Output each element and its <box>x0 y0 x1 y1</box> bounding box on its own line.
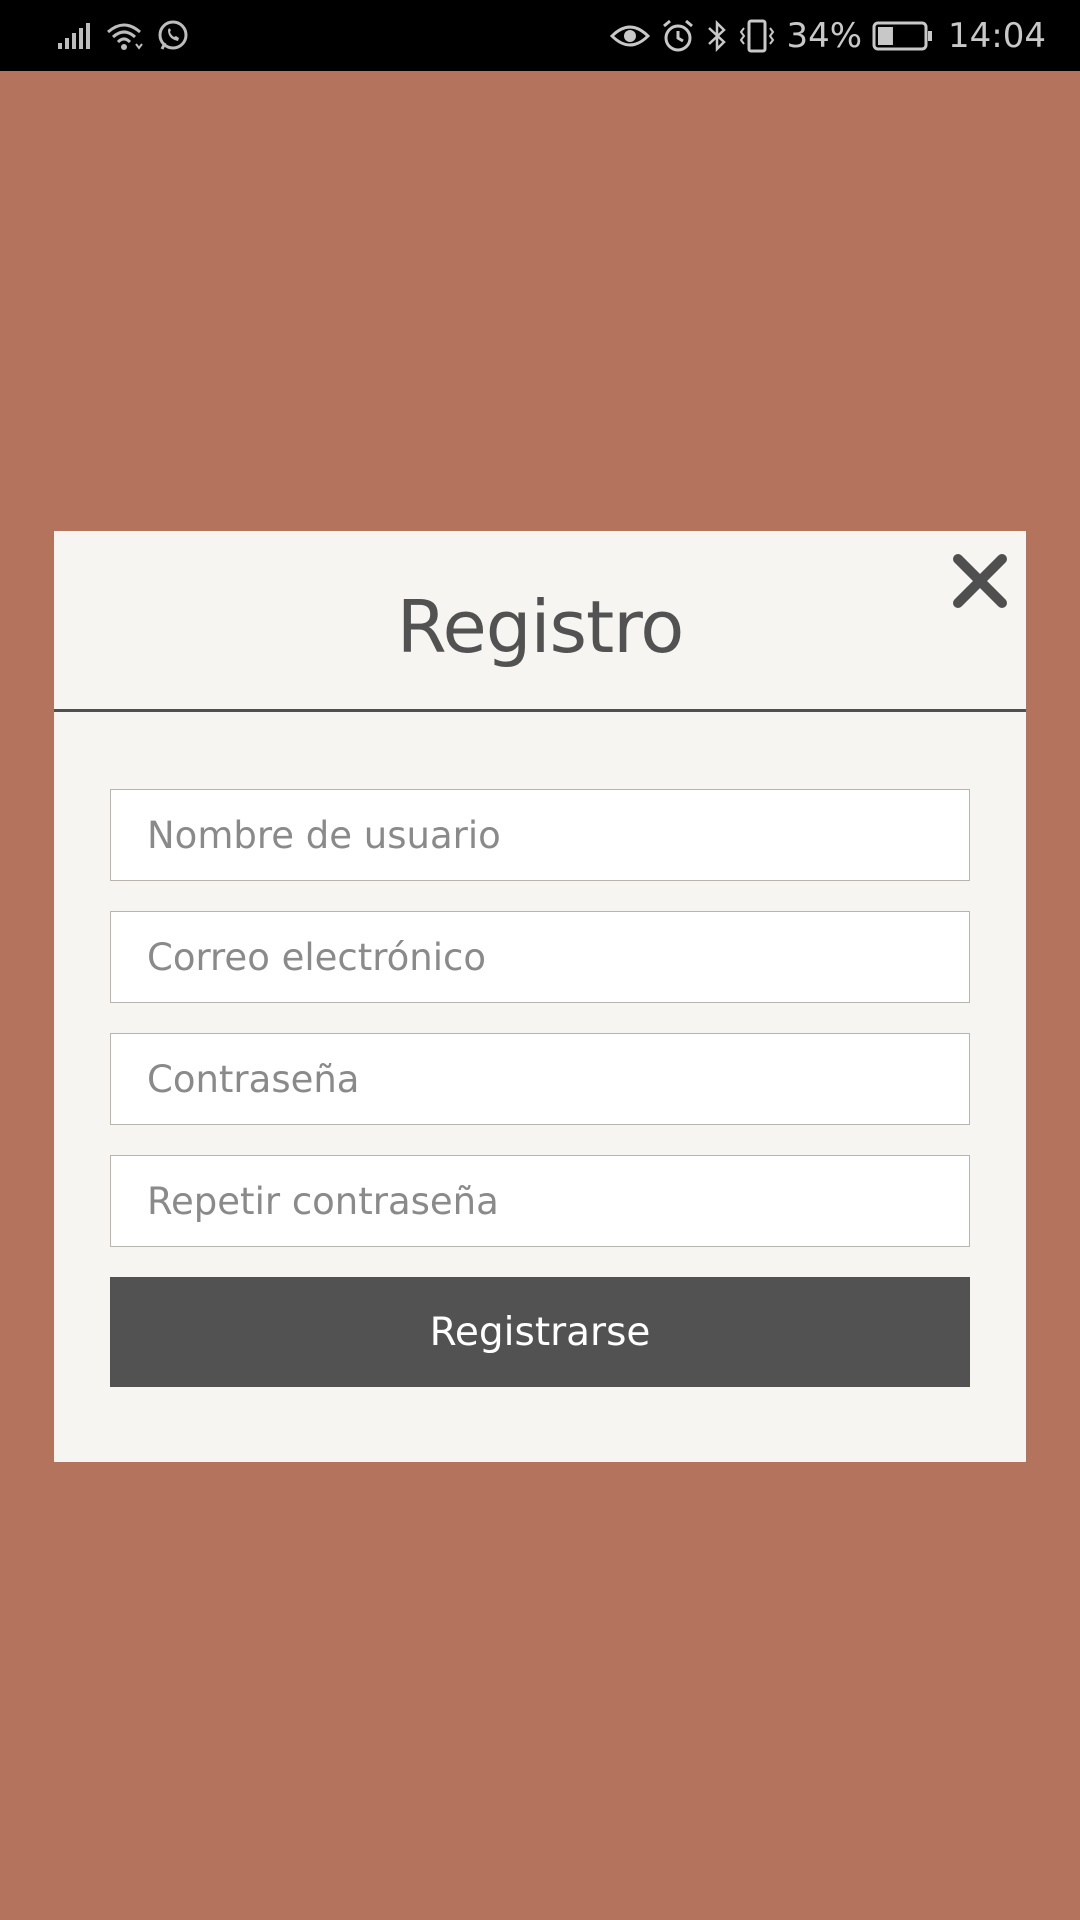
close-icon <box>953 554 1007 608</box>
clock: 14:04 <box>948 16 1046 56</box>
battery-icon <box>872 21 934 51</box>
vibrate-icon <box>738 18 776 54</box>
email-field[interactable] <box>110 911 970 1003</box>
password-field[interactable] <box>110 1033 970 1125</box>
modal-header: Registro <box>54 531 1026 712</box>
close-button[interactable] <box>950 551 1010 611</box>
wifi-icon <box>104 20 144 52</box>
status-bar: 34% 14:04 <box>0 0 1080 71</box>
status-bar-left <box>56 16 190 56</box>
repeat-password-field[interactable] <box>110 1155 970 1247</box>
eye-icon <box>610 22 651 50</box>
status-bar-right: 34% 14:04 <box>610 14 1046 58</box>
battery-percent: 34% <box>786 16 863 56</box>
register-button[interactable]: Registrarse <box>110 1277 970 1387</box>
modal-title: Registro <box>396 585 685 669</box>
registration-modal: Registro Registrarse <box>54 531 1026 1462</box>
bluetooth-icon <box>706 18 728 54</box>
alarm-icon <box>660 18 696 54</box>
username-field[interactable] <box>110 789 970 881</box>
signal-icon <box>56 21 92 51</box>
whatsapp-icon <box>156 19 190 53</box>
